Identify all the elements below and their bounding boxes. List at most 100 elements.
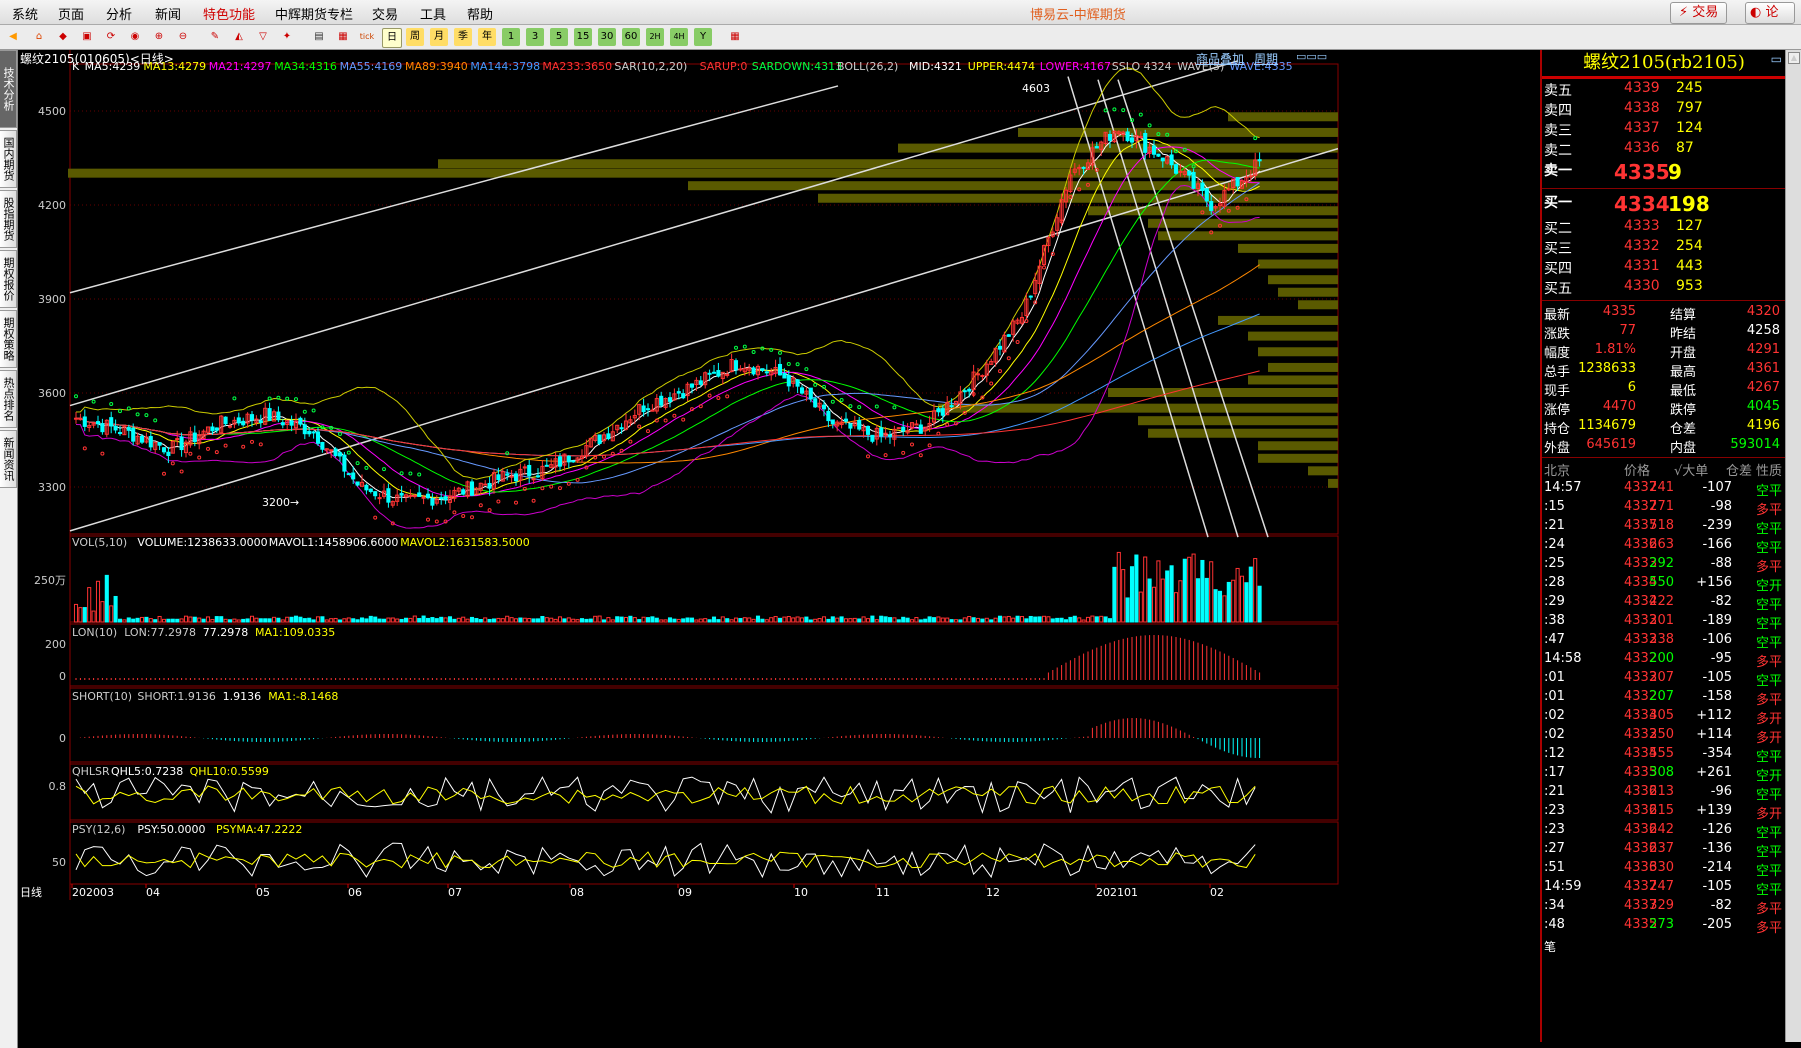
minute-30[interactable]: 30 xyxy=(598,28,616,46)
period-day[interactable]: 日 xyxy=(382,28,402,48)
x-axis-prefix: 日线 xyxy=(20,885,42,899)
tick-oi-diff: -189 xyxy=(1702,613,1732,628)
scroll-up-icon[interactable]: ▲ xyxy=(1788,52,1800,64)
tick-oi-diff: -82 xyxy=(1710,898,1732,913)
candle-body xyxy=(711,371,717,374)
info-icon[interactable]: ◉ xyxy=(126,28,144,46)
tick-row: :48 4335 273 -205 多平 xyxy=(1542,917,1786,936)
tab-index-futures[interactable]: 股指期货 xyxy=(0,190,17,248)
candle-body xyxy=(681,393,686,399)
custom-period[interactable]: Y xyxy=(694,28,712,46)
tick-row: :02 4333 405 +112 多开 xyxy=(1542,708,1786,727)
period-quarter[interactable]: 季 xyxy=(454,28,472,46)
candle-body xyxy=(826,410,831,422)
menu-tools[interactable]: 工具 xyxy=(420,4,446,23)
candle-body xyxy=(799,387,805,394)
menu-zhonghui-column[interactable]: 中辉期货专栏 xyxy=(275,4,353,23)
quote-icon[interactable]: ◆ xyxy=(54,28,72,46)
stat-value: 4045 xyxy=(1746,399,1780,414)
draw-icon[interactable]: ✎ xyxy=(206,28,224,46)
volume-profile-bar xyxy=(1268,362,1338,372)
kline-chart-svg[interactable]: 4500420039003600330046033200→K MA5:4239 MA… xyxy=(18,50,1538,1042)
candle-body xyxy=(443,496,448,501)
volume-bar xyxy=(923,618,928,623)
ask-label: 卖五 xyxy=(1544,83,1572,99)
zoom-out-icon[interactable]: ⊖ xyxy=(174,28,192,46)
menu-page[interactable]: 页面 xyxy=(58,4,84,23)
period-week[interactable]: 周 xyxy=(406,28,424,46)
volume-bar xyxy=(500,618,505,623)
tab-hot-ranking[interactable]: 热点排名 xyxy=(0,370,17,428)
forum-button[interactable]: ◐ 论坛 xyxy=(1745,2,1795,24)
alert-icon[interactable]: ◭ xyxy=(230,28,248,46)
tick-icon[interactable]: tick xyxy=(358,28,376,46)
candle-body xyxy=(870,434,875,442)
tab-option-quotes[interactable]: 期权报价 xyxy=(0,250,17,308)
minute-15[interactable]: 15 xyxy=(574,28,592,46)
tick-oi-diff: -96 xyxy=(1710,784,1732,799)
volume-bar xyxy=(575,619,580,623)
tab-option-strategy[interactable]: 期权策略 xyxy=(0,310,17,368)
period-link[interactable]: 周期 xyxy=(1254,50,1278,67)
overlay-link[interactable]: 商品叠加 xyxy=(1196,50,1244,67)
menu-help[interactable]: 帮助 xyxy=(467,4,493,23)
toolbar: ◀ ⌂ ◆ ▣ ⟳ ◉ ⊕ ⊖ ✎ ◭ ▽ ✦ ▤ ▦ tick 日 周 月 季… xyxy=(0,25,1801,50)
chart-area[interactable]: 4500 4200 3900 3600 3300 4603 3200→ K MA5:4239 MA… xyxy=(18,50,1538,1042)
sar-dot xyxy=(188,451,193,456)
volume-bar xyxy=(355,619,360,623)
minute-1[interactable]: 1 xyxy=(502,28,520,46)
filter-icon[interactable]: ▽ xyxy=(254,28,272,46)
tab-domestic-futures[interactable]: 国内期货 xyxy=(0,130,17,188)
refresh-icon[interactable]: ⟳ xyxy=(102,28,120,46)
volume-bar xyxy=(707,619,712,623)
tick-row: :47 4333 238 -106 空平 xyxy=(1542,632,1786,651)
lon-indicator-text-1: LON:77.2978 xyxy=(124,626,196,639)
volume-bar xyxy=(527,618,532,623)
menu-trade[interactable]: 交易 xyxy=(372,4,398,23)
period-month[interactable]: 月 xyxy=(430,28,448,46)
menu-system[interactable]: 系统 xyxy=(12,4,38,23)
sar-dot xyxy=(487,508,492,513)
minute-3[interactable]: 3 xyxy=(526,28,544,46)
volume-bar xyxy=(95,580,101,623)
annot-high-label: 4603 xyxy=(1022,82,1050,95)
sar-dot xyxy=(954,421,958,426)
volume-bar xyxy=(351,618,356,623)
grid-icon[interactable]: ▦ xyxy=(334,28,352,46)
tab-news-info[interactable]: 新闻资讯 xyxy=(0,430,17,488)
tick-oi-diff: -105 xyxy=(1702,879,1732,894)
sar-dot xyxy=(100,451,105,456)
menu-analysis[interactable]: 分析 xyxy=(106,4,132,23)
zoom-in-icon[interactable]: ⊕ xyxy=(150,28,168,46)
volume-bar xyxy=(540,615,545,623)
chart-icon[interactable]: ▣ xyxy=(78,28,96,46)
candle-body xyxy=(865,425,871,435)
minute-60[interactable]: 60 xyxy=(622,28,640,46)
calendar-icon[interactable]: ▦ xyxy=(726,28,744,46)
candle-body xyxy=(667,397,673,402)
tab-technical-analysis[interactable]: 技术分析 xyxy=(0,50,17,128)
tick-time: 14:59 xyxy=(1544,879,1582,894)
window-layout-icons[interactable]: ▭▭▭ xyxy=(1296,50,1327,63)
tick-volume: 207 xyxy=(1649,670,1674,685)
menu-news[interactable]: 新闻 xyxy=(155,4,181,23)
trade-button[interactable]: ⚡ 交易 xyxy=(1670,2,1728,24)
right-scrollbar[interactable]: ▲ xyxy=(1785,50,1801,1042)
hour-2[interactable]: 2H xyxy=(646,28,664,46)
table-icon[interactable]: ▤ xyxy=(310,28,328,46)
sar-dot xyxy=(593,455,598,460)
indicator-icon[interactable]: ✦ xyxy=(278,28,296,46)
home-icon[interactable]: ⌂ xyxy=(30,28,48,46)
volume-bar xyxy=(593,615,598,623)
panel-toggle-icon[interactable]: ▭ xyxy=(1771,52,1782,66)
hour-4[interactable]: 4H xyxy=(670,28,688,46)
volume-bar xyxy=(1138,591,1143,623)
candle-body xyxy=(315,431,321,444)
minute-5[interactable]: 5 xyxy=(550,28,568,46)
period-year[interactable]: 年 xyxy=(478,28,496,46)
menu-features[interactable]: 特色功能 xyxy=(203,4,255,23)
candle-body xyxy=(1257,159,1262,162)
candle-body xyxy=(738,368,743,371)
sar-dot xyxy=(786,361,791,366)
back-icon[interactable]: ◀ xyxy=(4,28,22,46)
